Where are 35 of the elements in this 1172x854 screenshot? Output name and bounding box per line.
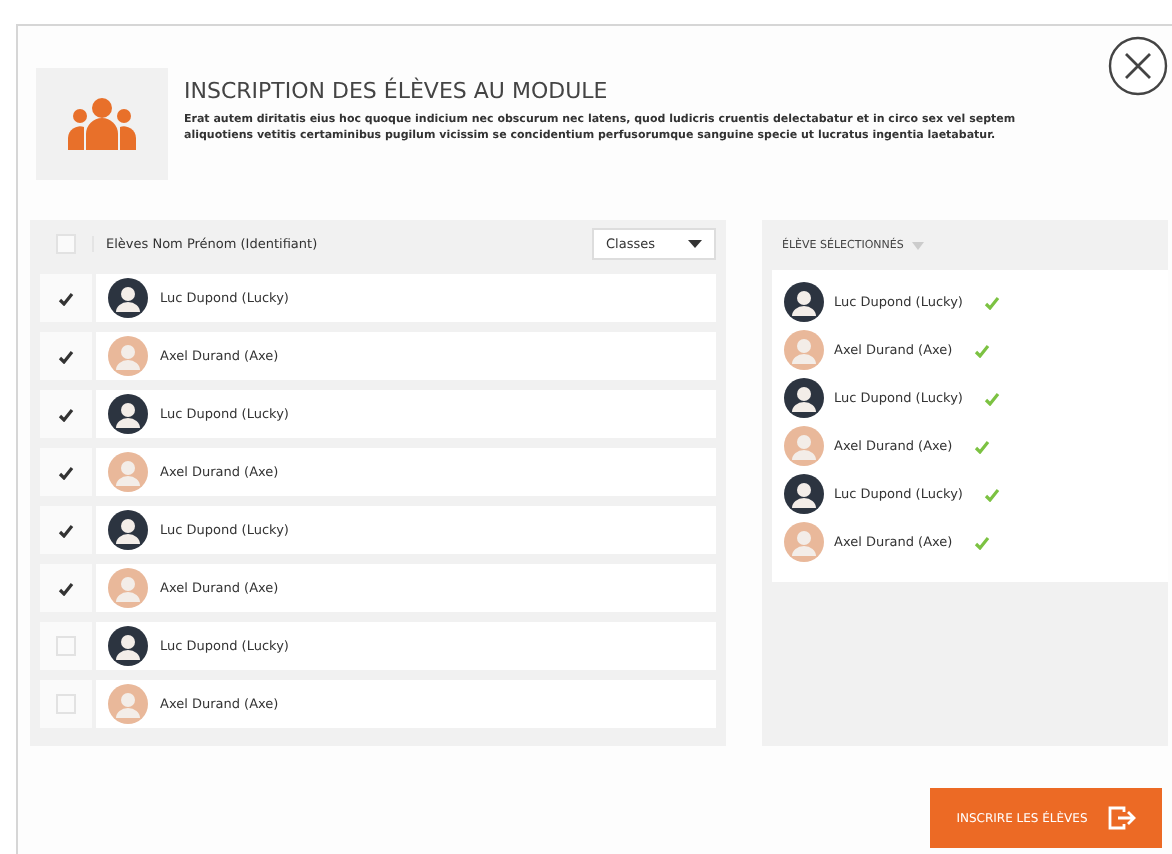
avatar-icon: [108, 336, 148, 376]
avatar-icon: [784, 378, 824, 418]
row-checkbox[interactable]: [56, 346, 76, 366]
avatar-icon: [108, 452, 148, 492]
check-icon: [974, 439, 991, 453]
avatar-icon: [784, 474, 824, 514]
close-icon[interactable]: [1108, 36, 1168, 96]
row-checkbox[interactable]: [56, 694, 76, 714]
dialog-title: INSCRIPTION DES ÉLÈVES AU MODULE: [184, 78, 610, 104]
row-checkbox[interactable]: [56, 288, 76, 308]
row-checkbox[interactable]: [56, 462, 76, 482]
group-icon: [66, 96, 138, 152]
caret-icon: [911, 242, 924, 250]
check-icon: [984, 487, 1001, 501]
check-icon: [984, 295, 1001, 309]
avatar-icon: [784, 282, 824, 322]
avatar-icon: [108, 568, 148, 608]
check-icon: [974, 535, 991, 549]
check-icon: [984, 391, 1001, 405]
avatar-icon: [784, 330, 824, 370]
avatar-icon: [108, 510, 148, 550]
row-checkbox[interactable]: [56, 520, 76, 540]
avatar-icon: [784, 426, 824, 466]
avatar-icon: [784, 522, 824, 562]
exit-icon: [1107, 806, 1136, 830]
avatar-icon: [108, 626, 148, 666]
select-all-checkbox[interactable]: [56, 234, 76, 254]
caret-icon: [688, 240, 702, 248]
avatar-icon: [108, 394, 148, 434]
row-checkbox[interactable]: [56, 404, 76, 424]
row-checkbox[interactable]: [56, 636, 76, 656]
avatar-icon: [108, 278, 148, 318]
row-checkbox[interactable]: [56, 578, 76, 598]
check-icon: [974, 343, 991, 357]
avatar-icon: [108, 684, 148, 724]
